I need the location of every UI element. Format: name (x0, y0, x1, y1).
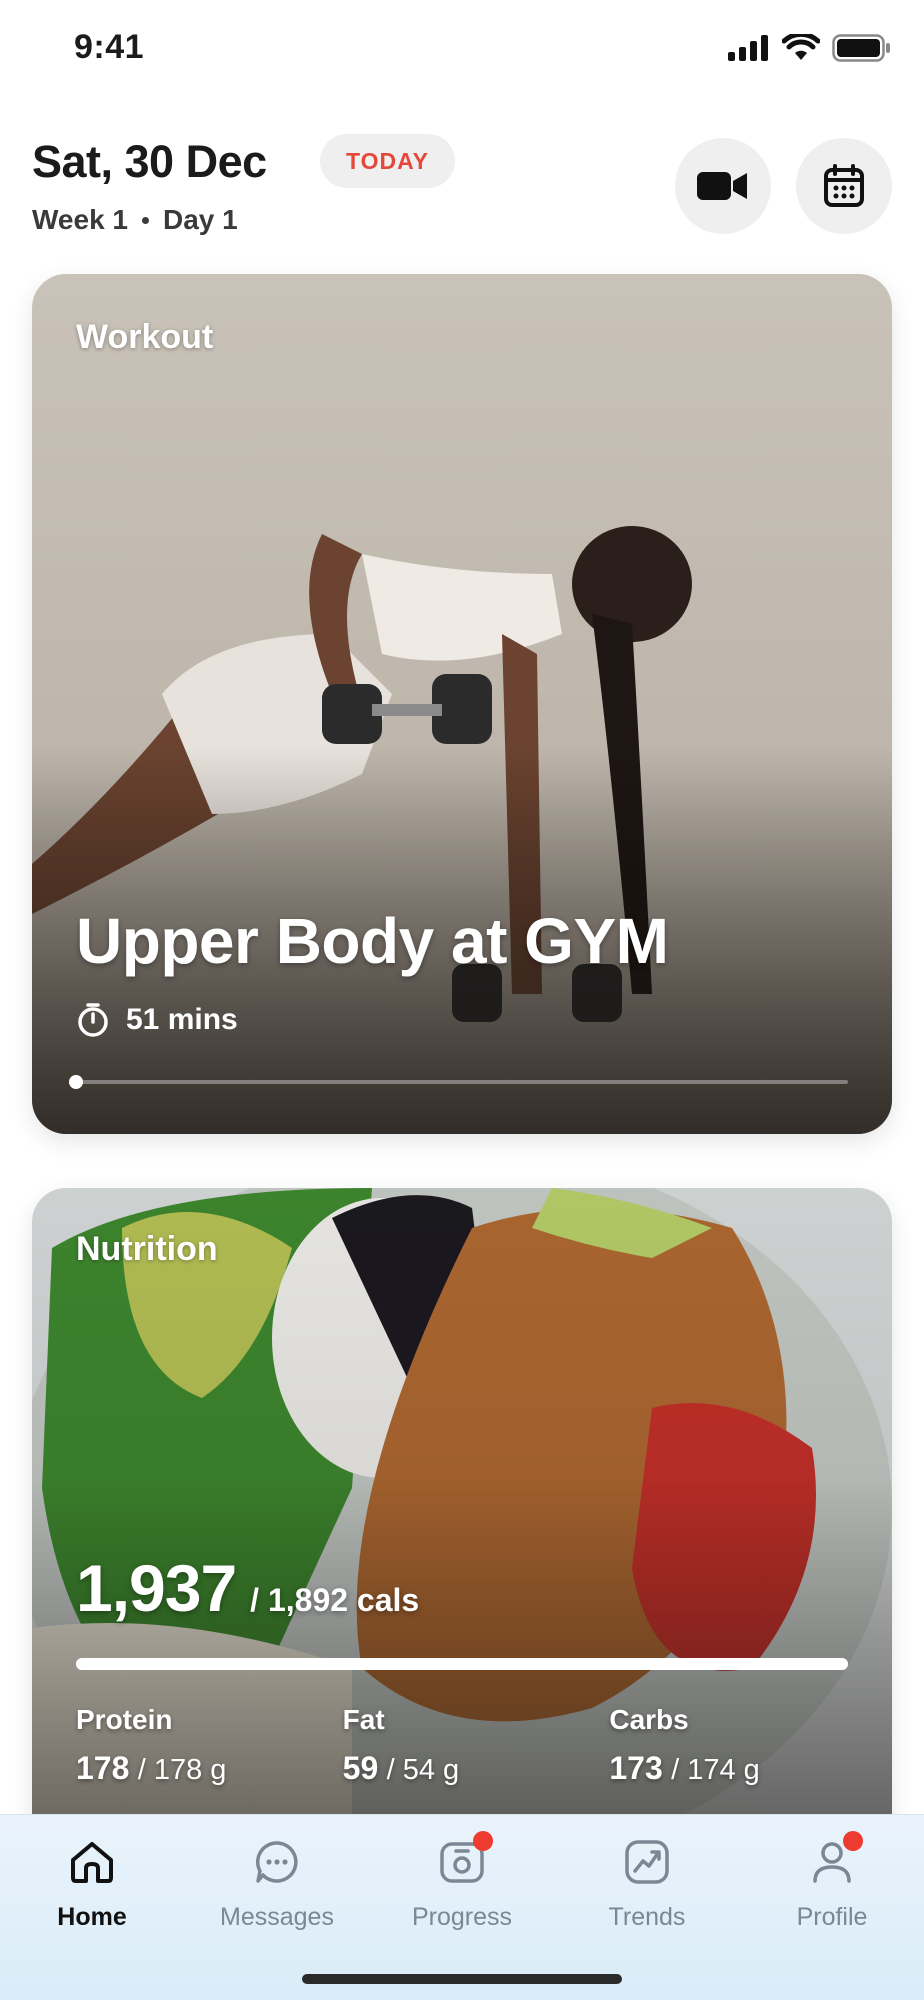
status-icons (728, 34, 892, 62)
macro-value: 178 (76, 1750, 130, 1786)
bottom-tab-bar: Home Messages Progress Trends Profile (0, 1814, 924, 2000)
tab-label: Progress (411, 1903, 513, 1931)
workout-label: Workout (76, 318, 214, 356)
macro-value: 59 (342, 1750, 379, 1786)
separator-dot (142, 216, 149, 224)
status-bar: 9:41 (0, 0, 924, 100)
tab-home[interactable]: Home (0, 1835, 184, 1945)
calories-value: 1,937 (76, 1551, 237, 1625)
calendar-icon (824, 164, 864, 207)
calorie-progress-fill (76, 1658, 848, 1670)
tab-label: Profile (796, 1903, 868, 1931)
tab-label: Messages (220, 1903, 334, 1931)
tab-trends[interactable]: Trends (555, 1835, 739, 1945)
macro-protein: Protein 178 / 178 g (76, 1704, 343, 1787)
day-label: Day 1 (163, 204, 238, 235)
calendar-button[interactable] (796, 138, 892, 234)
macro-value: 173 (609, 1750, 663, 1786)
home-indicator (302, 1974, 622, 1984)
messages-icon (250, 1835, 304, 1889)
macro-name: Fat (342, 1704, 385, 1735)
duration-label: 51 mins (126, 1003, 238, 1036)
workout-duration: 51 mins (76, 1002, 238, 1038)
tab-progress[interactable]: Progress (370, 1831, 554, 1945)
today-badge[interactable]: TODAY (320, 134, 455, 188)
day-header: Sat, 30 Dec TODAY Week 1 Day 1 (0, 120, 924, 260)
macro-target: / 178 g (137, 1754, 227, 1786)
macro-fat: Fat 59 / 54 g (343, 1704, 610, 1787)
tab-label: Trends (608, 1903, 686, 1931)
week-day-line: Week 1 Day 1 (32, 204, 238, 236)
calorie-progress-bar (76, 1658, 848, 1670)
stopwatch-icon (78, 1003, 108, 1037)
workout-title: Upper Body at GYM (76, 905, 669, 977)
notification-dot (843, 1831, 863, 1851)
progress-camera-icon (435, 1831, 493, 1889)
page-title: Sat, 30 Dec (32, 136, 267, 187)
nutrition-label: Nutrition (76, 1230, 218, 1268)
video-camera-icon (697, 172, 747, 200)
tab-profile[interactable]: Profile (740, 1831, 924, 1945)
notification-dot (473, 1831, 493, 1851)
macro-name: Carbs (609, 1704, 689, 1735)
macro-target: / 174 g (671, 1754, 760, 1786)
workout-card[interactable]: Workout Upper Body at GYM 51 mins (32, 274, 892, 1134)
macros-row: Protein 178 / 178 g Fat 59 / 54 g Carbs … (76, 1704, 876, 1787)
home-icon (65, 1835, 119, 1889)
macro-target: / 54 g (386, 1754, 460, 1786)
macro-name: Protein (76, 1704, 173, 1735)
calories-target: / 1,892 cals (250, 1582, 420, 1618)
week-label: Week 1 (32, 204, 128, 235)
macro-carbs: Carbs 173 / 174 g (609, 1704, 876, 1787)
calories-summary: 1,937 / 1,892 cals (76, 1550, 419, 1626)
nutrition-card[interactable]: Nutrition 1,937 / 1,892 cals Protein 178… (32, 1188, 892, 1828)
tab-label: Home (57, 1903, 127, 1931)
trends-icon (620, 1835, 674, 1889)
status-time: 9:41 (74, 28, 145, 66)
tab-messages[interactable]: Messages (185, 1835, 369, 1945)
workout-progress-bar (69, 1075, 848, 1089)
workout-progress-knob[interactable] (69, 1075, 83, 1089)
profile-icon (805, 1831, 863, 1889)
battery-icon (832, 34, 890, 62)
video-button[interactable] (675, 138, 771, 234)
wifi-icon (782, 34, 820, 60)
cellular-signal-icon (728, 35, 768, 61)
